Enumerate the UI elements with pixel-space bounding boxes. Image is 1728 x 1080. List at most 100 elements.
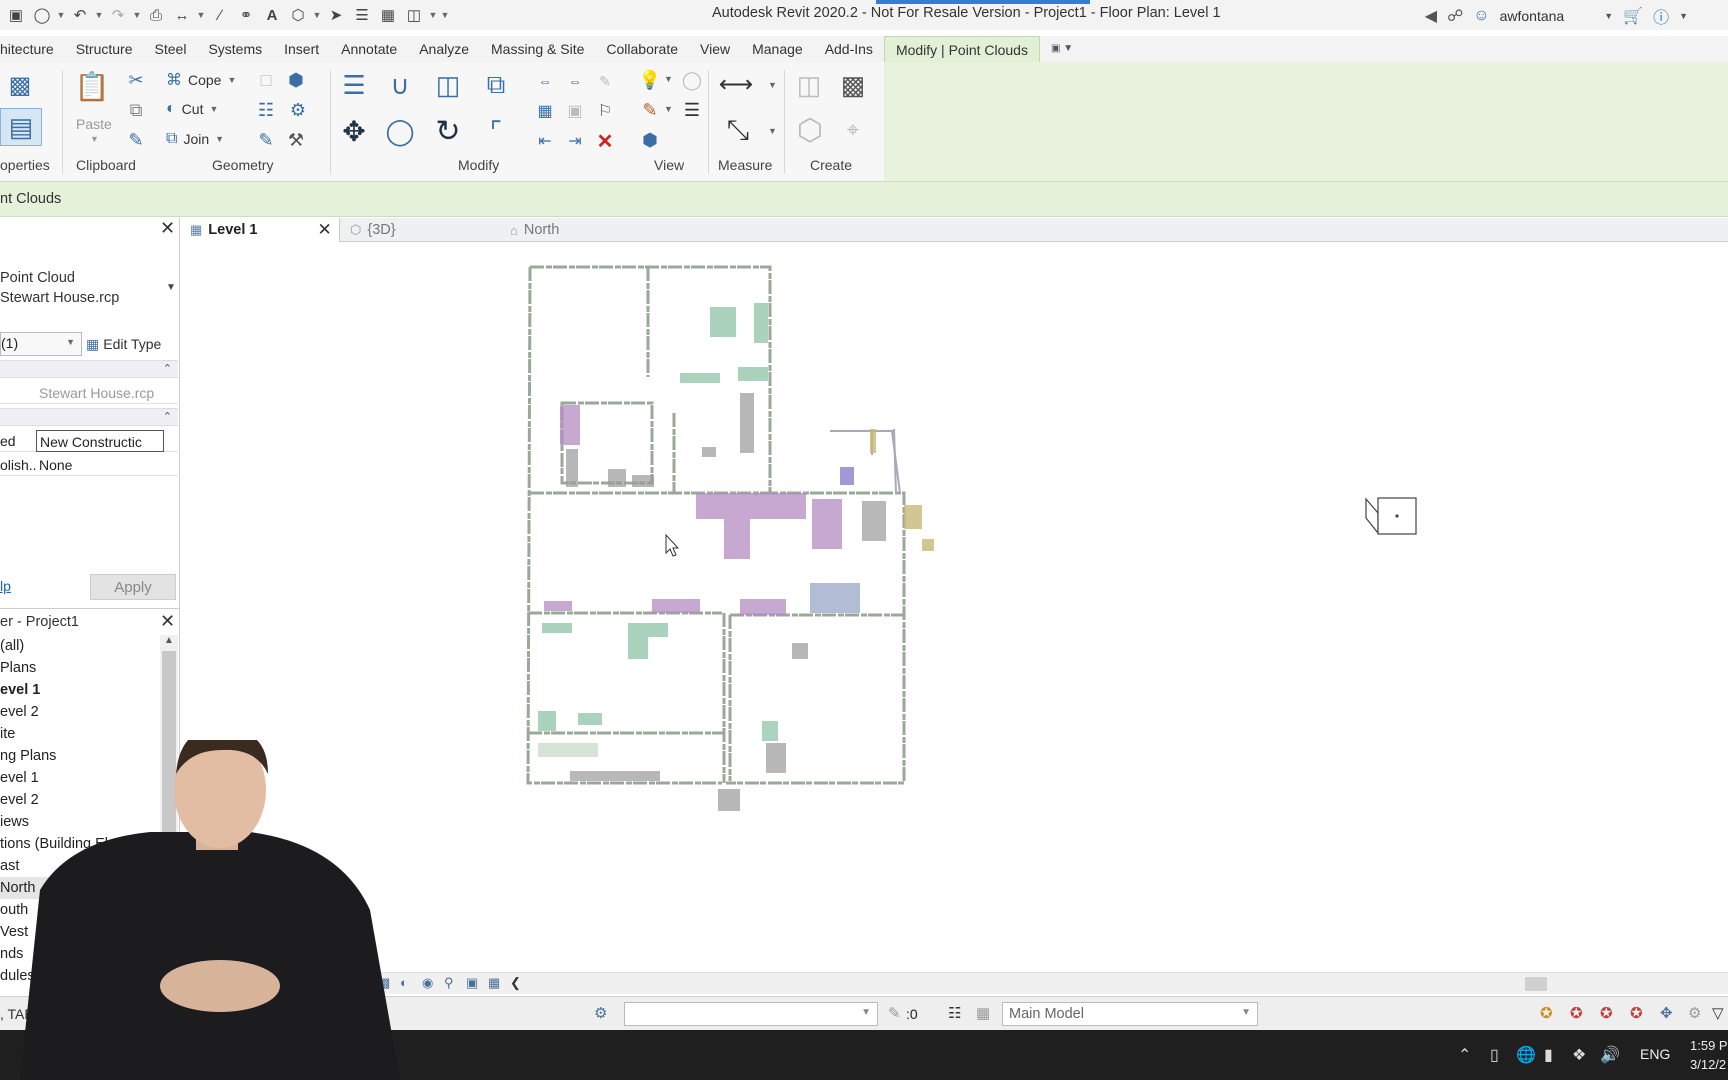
system-clock[interactable]: 1:59 P 3/12/2 (1690, 1036, 1728, 1074)
paint-icon[interactable]: ⬢ (284, 68, 308, 92)
tab-modify-point-clouds[interactable]: Modify | Point Clouds (883, 36, 1040, 62)
view-tab-level-1[interactable]: ▦ Level 1 ✕ (182, 218, 340, 242)
instance-filter-dropdown[interactable]: (1) ▼ (0, 332, 82, 356)
edit-type-button[interactable]: ▦ Edit Type (86, 332, 178, 356)
chevron-down-icon[interactable]: ▼ (768, 126, 777, 136)
crop-view-icon[interactable]: ▩ (378, 975, 390, 991)
design-options-icon[interactable]: ☷ (948, 1004, 961, 1022)
rotate-icon[interactable]: ↻ (430, 114, 466, 148)
tree-item[interactable]: evel 2 (0, 789, 160, 811)
cope-button[interactable]: ⌘ Cope ▼ (166, 70, 236, 90)
tree-item[interactable]: Plans (0, 657, 160, 679)
offset-icon[interactable]: ∪ (382, 68, 418, 102)
copy-element-icon[interactable]: ◯ (382, 114, 418, 148)
battery-icon[interactable]: ▮ (1544, 1045, 1553, 1065)
select-pinned-icon[interactable]: ✪ (1600, 1004, 1613, 1022)
tab-collaborate[interactable]: Collaborate (595, 36, 689, 62)
chevron-down-icon[interactable]: ▼ (56, 4, 66, 26)
scale-icon[interactable]: ▣ (564, 100, 586, 122)
apply-button[interactable]: Apply (90, 574, 176, 600)
paste-label[interactable]: Paste (76, 116, 112, 132)
select-underlay-icon[interactable]: ✪ (1570, 1004, 1583, 1022)
split-face-icon[interactable]: □ (254, 68, 278, 92)
close-icon[interactable]: ✕ (160, 611, 175, 632)
background-process-icon[interactable]: ⚙ (1688, 1004, 1701, 1022)
tab-view[interactable]: View (689, 36, 741, 62)
filter-selection-icon[interactable]: ▽ (1712, 1004, 1724, 1022)
switch-windows-icon[interactable]: ◫ (402, 4, 426, 26)
override-graphics-icon[interactable]: ◯ (680, 68, 704, 92)
close-icon[interactable]: ✕ (317, 220, 331, 240)
chevron-down-icon[interactable]: ▼ (768, 80, 777, 90)
trim-multiple-icon[interactable]: ⇥ (564, 130, 586, 152)
chevron-down-icon[interactable]: ▼ (1604, 11, 1613, 21)
text-icon[interactable]: A (260, 4, 284, 26)
aligned-dimension-icon[interactable]: ⤡ (718, 112, 758, 148)
highlight-displacement-icon[interactable]: ▦ (488, 975, 500, 991)
chevron-down-icon[interactable]: ▼ (90, 134, 99, 144)
tab-structure[interactable]: Structure (65, 36, 144, 62)
usb-icon[interactable]: ▯ (1490, 1045, 1499, 1065)
select-links-icon[interactable]: ✪ (1540, 1004, 1553, 1022)
properties-help-link[interactable]: lp (0, 578, 11, 594)
scroll-thumb[interactable] (162, 651, 176, 871)
selection-box-icon[interactable]: ⬢ (638, 128, 662, 152)
volume-icon[interactable]: 🔊 (1600, 1045, 1620, 1065)
thin-lines-icon[interactable]: ☰ (350, 4, 374, 26)
tree-item[interactable]: tions (Building Elevatio (0, 833, 160, 855)
trim-extend-icon[interactable]: ⌜ (478, 114, 514, 148)
type-selector[interactable]: Point Cloud Stewart House.rcp (0, 268, 119, 308)
customize-qat-icon[interactable]: ▼ (440, 4, 450, 26)
save-icon[interactable]: ▣ (4, 4, 28, 26)
measure-between-icon[interactable]: ⟷ (716, 70, 756, 98)
split-element-icon[interactable]: ⇔ (534, 70, 556, 92)
tree-item[interactable]: outh (0, 899, 160, 921)
chevron-left-icon[interactable]: ◀ (1425, 6, 1437, 26)
filter-icon[interactable]: ✎ (888, 1004, 901, 1022)
cut-geometry-button[interactable]: ◐ Cut ▼ (166, 100, 218, 118)
split-icon[interactable]: ✎ (254, 128, 278, 152)
delete-icon[interactable]: ✕ (594, 130, 616, 153)
chevron-down-icon[interactable]: ▼ (664, 74, 673, 84)
phase-created-field[interactable]: New Constructic (36, 430, 164, 452)
chevron-down-icon[interactable]: ▼ (428, 4, 438, 26)
drawing-canvas[interactable] (182, 243, 1728, 967)
trim-single-icon[interactable]: ⇤ (534, 130, 556, 152)
tree-item[interactable]: ite (0, 723, 160, 745)
property-group-header[interactable]: ⌃ (0, 360, 178, 378)
horizontal-scroll-thumb[interactable] (1525, 977, 1547, 991)
shadows-icon[interactable]: ◐ (400, 975, 408, 990)
phase-demolished-field[interactable]: None (36, 454, 164, 476)
3d-view-icon[interactable]: ⬡ (286, 4, 310, 26)
view-tab-3d[interactable]: ⬡ {3D} (350, 218, 500, 242)
user-icon[interactable]: ☺ (1473, 7, 1489, 25)
tab-add-ins[interactable]: Add-Ins (814, 36, 884, 62)
tab-manage[interactable]: Manage (741, 36, 814, 62)
tab-annotate[interactable]: Annotate (330, 36, 408, 62)
property-group-header[interactable]: ⌃ (0, 408, 178, 426)
redo-icon[interactable]: ↷ (106, 4, 130, 26)
chevron-down-icon[interactable]: ▼ (132, 4, 142, 26)
paste-icon[interactable]: 📋 (74, 66, 110, 106)
chevron-down-icon[interactable]: ▼ (1679, 11, 1688, 21)
copy-icon[interactable]: ⧉ (124, 98, 148, 122)
unpin-icon[interactable]: ⚐ (594, 100, 616, 122)
split-gap-icon[interactable]: ⇔ (564, 70, 586, 92)
tree-item[interactable]: Vest (0, 921, 160, 943)
mirror-draw-icon[interactable]: ⧉ (478, 68, 514, 102)
editing-icon[interactable]: ▦ (976, 1004, 990, 1022)
tree-item[interactable]: North (0, 877, 160, 899)
chevron-down-icon[interactable]: ▼ (664, 104, 673, 114)
create-assembly-icon[interactable]: ◫ (790, 68, 828, 102)
type-properties-icon[interactable]: ▩ (0, 68, 40, 102)
worksets-icon[interactable]: ⚙ (594, 1004, 607, 1022)
elevation-marker[interactable] (1365, 497, 1417, 535)
reveal-hidden-icon[interactable]: ⚲ (444, 975, 454, 991)
create-parts-icon[interactable]: ▩ (834, 68, 872, 102)
user-name[interactable]: awfontana (1500, 8, 1565, 24)
undo-icon[interactable]: ↶ (68, 4, 92, 26)
measure-icon[interactable]: ↔ (170, 4, 194, 26)
close-icon[interactable]: ✕ (160, 218, 175, 239)
tab-architecture[interactable]: hitecture (0, 36, 65, 62)
cart-icon[interactable]: 🛒 (1623, 6, 1643, 26)
